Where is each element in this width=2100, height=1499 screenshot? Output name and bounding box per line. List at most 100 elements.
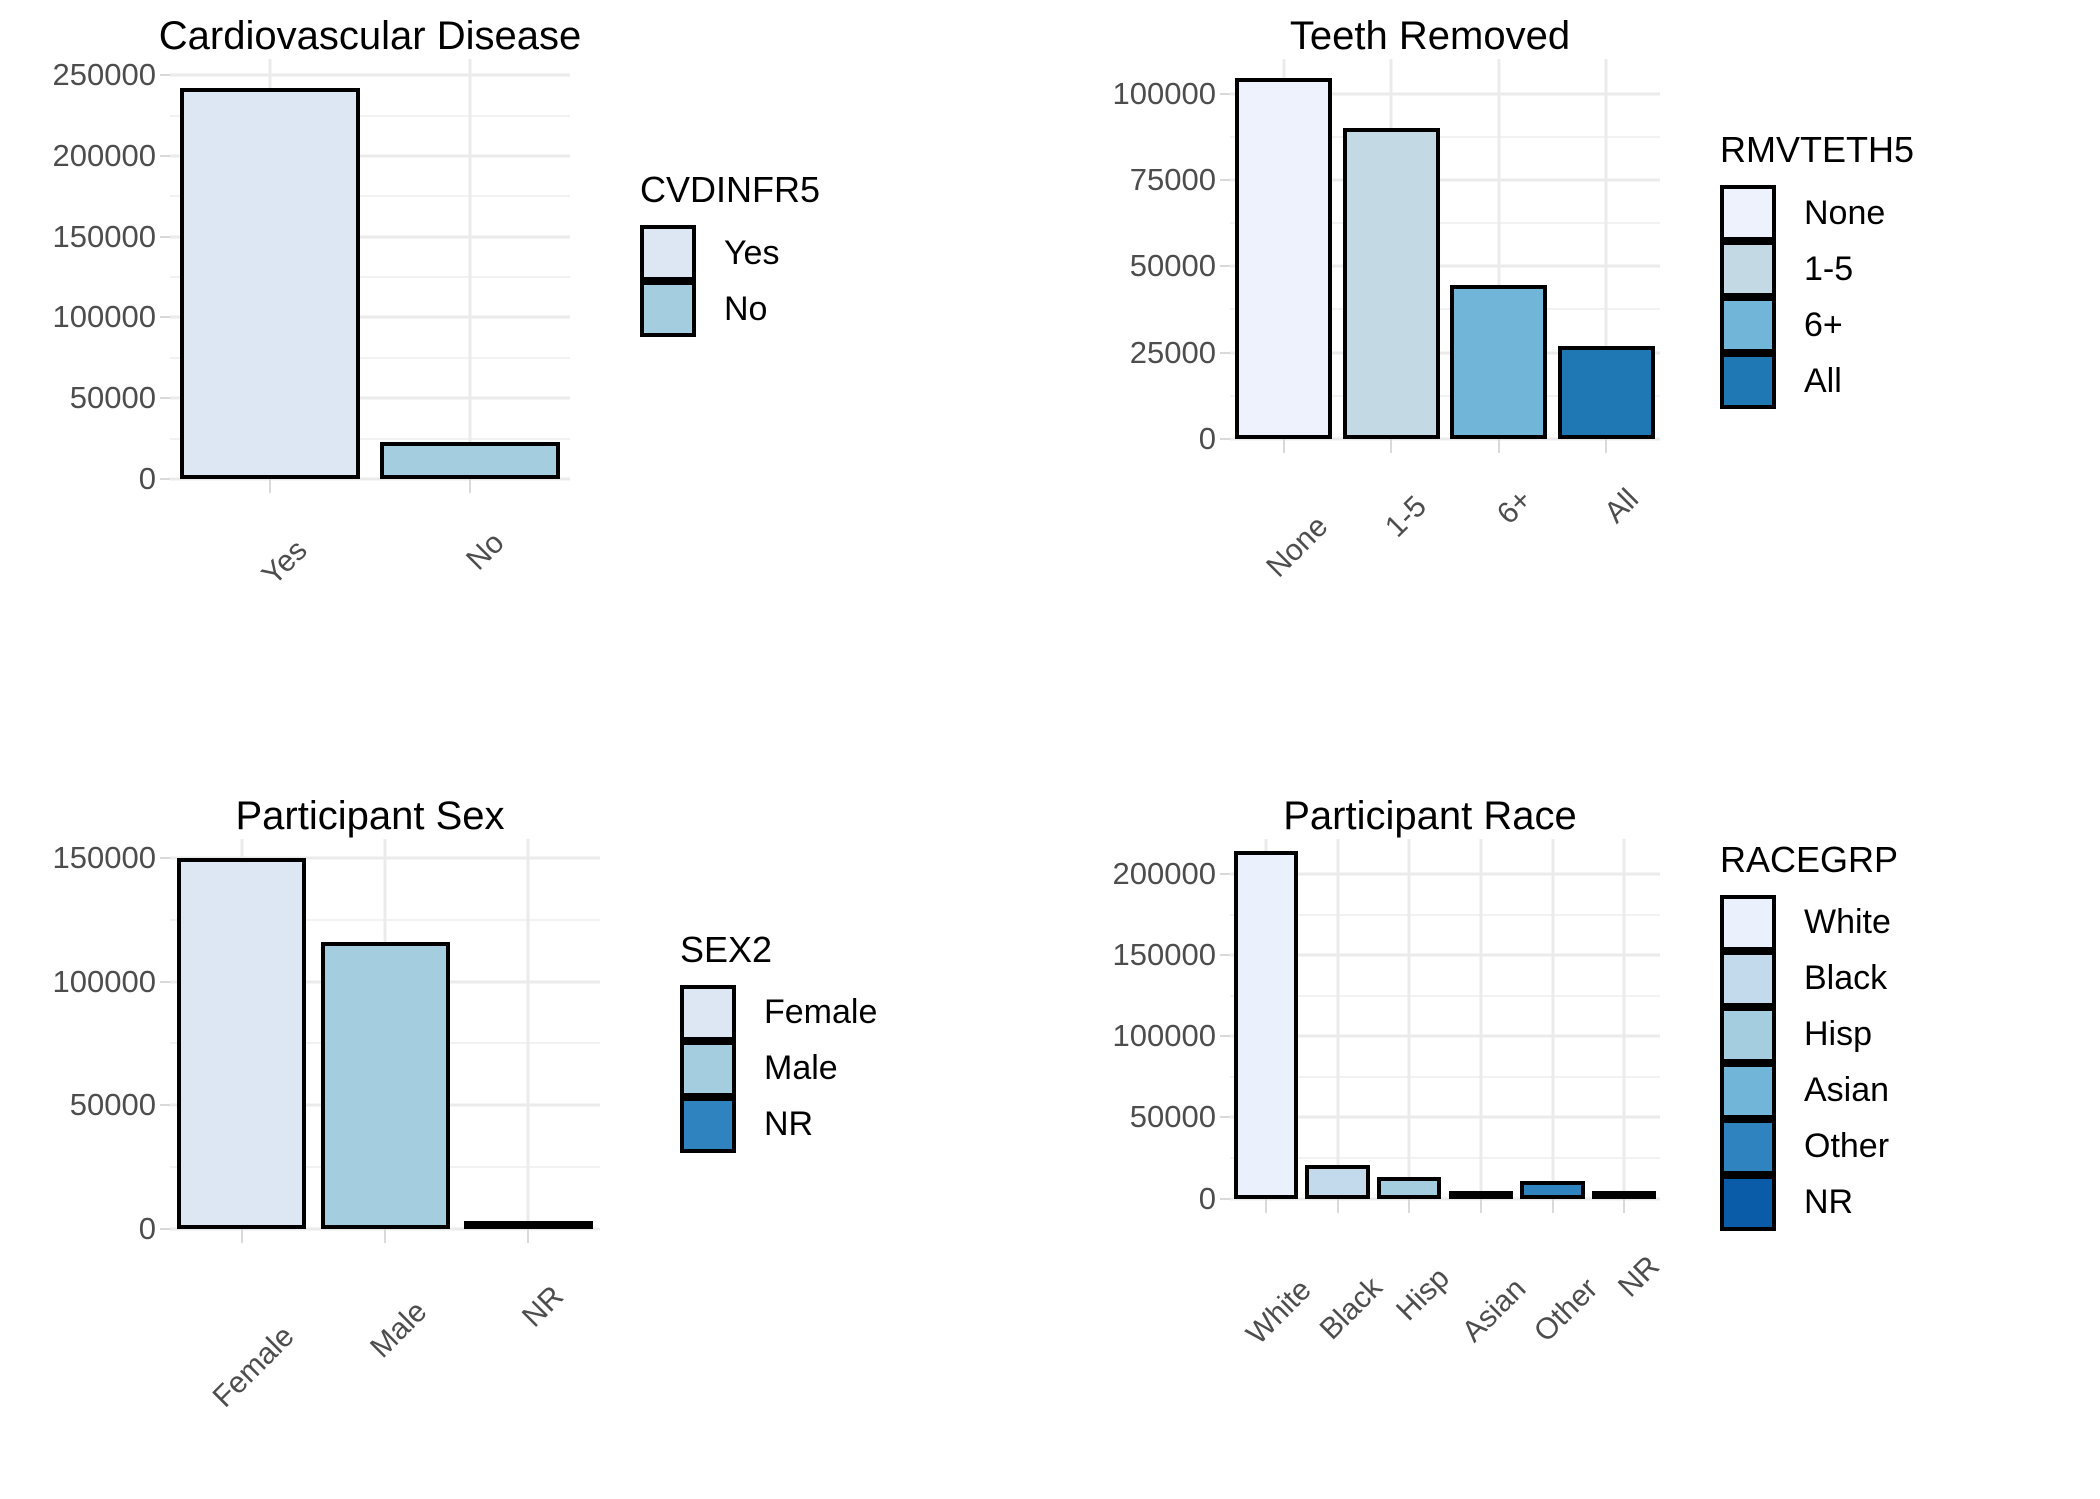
x-tick-label: None	[1260, 509, 1335, 584]
legend-label: None	[1804, 193, 1886, 232]
y-tick-mark	[160, 980, 170, 983]
plot-area	[170, 59, 570, 481]
plot-area	[1230, 838, 1660, 1200]
x-tick-mark	[1336, 1198, 1339, 1213]
legend-item[interactable]: 1-5	[1720, 241, 1885, 297]
y-tick-label: 250000	[52, 57, 156, 93]
bar[interactable]	[1233, 851, 1299, 1199]
legend-label: Other	[1804, 1127, 1890, 1165]
bar[interactable]	[1376, 1176, 1442, 1199]
bar[interactable]	[177, 858, 307, 1229]
y-tick-label: 100000	[52, 963, 156, 999]
legend-swatch	[1720, 1174, 1776, 1231]
legend-swatch	[1720, 185, 1776, 241]
legend-item[interactable]: Female	[680, 984, 878, 1041]
legend-item[interactable]: Male	[680, 1040, 877, 1097]
y-tick-mark	[160, 1104, 170, 1107]
legend-label: Male	[764, 1049, 838, 1087]
bar[interactable]	[1591, 1190, 1657, 1199]
legend-item[interactable]: 6+	[1720, 297, 1885, 353]
plot-column: Female Male NR	[170, 838, 600, 1413]
y-tick-mark	[1220, 92, 1230, 95]
legend-item[interactable]: NR	[1720, 1174, 1891, 1231]
y-tick-label: 150000	[1112, 937, 1216, 973]
y-tick-label: 75000	[1129, 161, 1216, 197]
bar[interactable]	[180, 88, 360, 479]
x-tick-label: NR	[516, 1279, 571, 1334]
legend-item[interactable]: NR	[680, 1096, 877, 1153]
plot-column: None 1-5 6+ All	[1230, 59, 1660, 584]
x-tick-label: 1-5	[1379, 489, 1434, 544]
legend-items: White Black Hisp Asian Other NR	[1720, 894, 1891, 1231]
bar[interactable]	[320, 942, 450, 1229]
legend-items: Yes No	[640, 225, 779, 337]
gridline-vertical	[1407, 838, 1411, 1199]
legend-item[interactable]: Asian	[1720, 1062, 1891, 1119]
x-tick-label: 6+	[1490, 483, 1539, 531]
y-tick-label: 0	[138, 1210, 156, 1246]
x-tick-mark	[240, 1228, 243, 1243]
legend-swatch	[1720, 894, 1776, 951]
x-tick-label: Yes	[255, 533, 314, 592]
legend-swatch	[680, 984, 736, 1041]
y-tick-label: 50000	[69, 1087, 156, 1123]
legend-title: RMVTETH5	[1720, 129, 1915, 170]
legend-label: 1-5	[1804, 249, 1854, 288]
legend-swatch	[680, 1096, 736, 1153]
legend-label: Female	[764, 993, 878, 1031]
bar[interactable]	[1305, 1165, 1370, 1199]
y-tick-mark	[1220, 178, 1230, 181]
x-tick-label: Asian	[1455, 1271, 1533, 1348]
gridline-vertical	[526, 838, 530, 1229]
legend-item[interactable]: White	[1720, 894, 1891, 951]
panel-title: Participant Sex	[235, 793, 505, 838]
bar[interactable]	[1450, 285, 1548, 439]
bar[interactable]	[380, 441, 560, 479]
y-tick-label: 100000	[1112, 75, 1216, 111]
plot-area	[170, 838, 600, 1230]
legend-swatch	[1720, 1006, 1776, 1063]
panel-teeth-removed: Teeth Removed 0 25000 50000 75000 100000 Non…	[1050, 0, 2100, 750]
legend-label: Yes	[724, 233, 780, 272]
legend-label: White	[1804, 903, 1891, 941]
x-tick-mark	[469, 479, 471, 493]
bar[interactable]	[1520, 1181, 1585, 1199]
y-tick-label: 0	[1198, 421, 1216, 456]
x-tick-mark	[1282, 439, 1285, 453]
legend-swatch	[640, 225, 696, 281]
x-tick-mark	[1264, 1198, 1267, 1213]
x-tick-label: NR	[1612, 1249, 1667, 1304]
plot-participant-sex: 0 50000 100000 150000 Female Male NR	[20, 838, 600, 1413]
gridline-vertical	[1336, 838, 1339, 1199]
bar[interactable]	[463, 1220, 593, 1229]
y-tick-label: 150000	[52, 218, 156, 254]
y-tick-label: 200000	[1112, 856, 1216, 892]
x-tick-label: Male	[364, 1294, 434, 1364]
bar[interactable]	[1235, 78, 1333, 439]
y-axis: 0 50000 100000 150000	[20, 839, 170, 1246]
bar[interactable]	[1342, 128, 1440, 439]
legend-items: Female Male NR	[680, 984, 878, 1153]
y-tick-mark	[160, 235, 170, 238]
bar[interactable]	[1448, 1190, 1514, 1199]
y-tick-mark	[1220, 1197, 1230, 1200]
legend-swatch	[1720, 297, 1776, 353]
legend-title: SEX2	[680, 928, 773, 970]
legend-label: No	[724, 289, 768, 328]
legend-item[interactable]: All	[1720, 353, 1885, 409]
y-tick-mark	[1220, 1116, 1230, 1119]
bar[interactable]	[1557, 345, 1655, 439]
legend-item[interactable]: Hisp	[1720, 1006, 1891, 1063]
plot-area	[1230, 59, 1660, 441]
legend-item[interactable]: Black	[1720, 950, 1891, 1007]
legend-item[interactable]: Other	[1720, 1118, 1891, 1175]
legend-item[interactable]: No	[640, 281, 779, 337]
legend-label: NR	[1804, 1183, 1854, 1221]
x-tick-mark	[269, 479, 271, 493]
legend-swatch	[1720, 353, 1776, 409]
x-tick-label: Other	[1527, 1271, 1604, 1348]
gridline-vertical	[468, 59, 472, 479]
legend-item[interactable]: Yes	[640, 225, 779, 281]
legend-item[interactable]: None	[1720, 185, 1885, 241]
y-tick-mark	[160, 74, 170, 77]
